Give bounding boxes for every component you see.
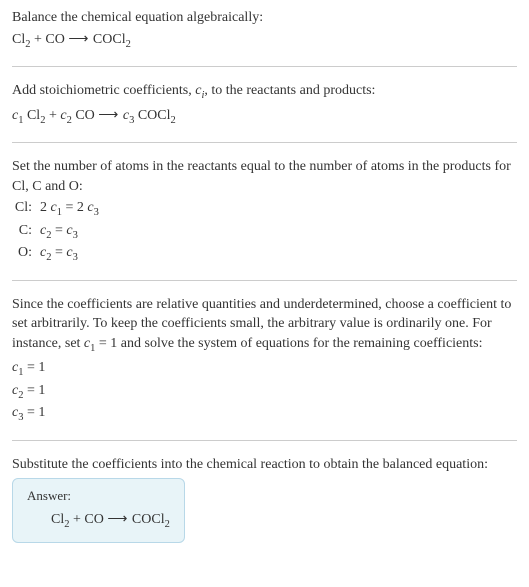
arrow-icon: ⟶ (68, 32, 89, 47)
atom-row-c: C: c2 = c3 (12, 221, 517, 243)
arrow-icon: ⟶ (107, 512, 128, 527)
coef-line: c3 = 1 (12, 403, 517, 425)
atom-table: Cl: 2 c1 = 2 c3 C: c2 = c3 O: c2 = c3 (12, 198, 517, 265)
section-solve: Since the coefficients are relative quan… (12, 295, 517, 441)
arrow-icon: ⟶ (98, 108, 119, 123)
sub-2b: 2 (165, 518, 170, 529)
section-problem: Balance the chemical equation algebraica… (12, 8, 517, 67)
rhs: = 1 (23, 383, 45, 398)
atom-row-o: O: c2 = c3 (12, 243, 517, 265)
answer-label: Answer: (27, 487, 170, 505)
section-coefficients: Add stoichiometric coefficients, ci, to … (12, 81, 517, 143)
atoms-title: Set the number of atoms in the reactants… (12, 157, 517, 196)
reactant-cl2: Cl (51, 512, 64, 527)
rhs: = 1 (23, 360, 45, 375)
coeff-equation: c1 Cl2 + c2 CO ⟶ c3 COCl2 (12, 106, 517, 128)
atom-row-cl: Cl: 2 c1 = 2 c3 (12, 198, 517, 220)
coef-line: c1 = 1 (12, 358, 517, 380)
atom-eq: c2 = c3 (40, 221, 517, 243)
plus: + (45, 108, 60, 123)
c2s: 3 (94, 207, 99, 218)
c2s: 3 (73, 230, 78, 241)
plus-co: + CO (69, 512, 107, 527)
mid: = (51, 223, 66, 238)
pre: 2 (40, 200, 51, 215)
product-cocl2: COCl (89, 32, 125, 47)
answer-title: Substitute the coefficients into the che… (12, 455, 517, 475)
p1a: COCl (134, 108, 170, 123)
answer-equation: Cl2 + CO ⟶ COCl2 (27, 510, 170, 532)
section-answer: Substitute the coefficients into the che… (12, 455, 517, 543)
sub-2b: 2 (126, 38, 131, 49)
title-post: , to the reactants and products: (204, 83, 375, 98)
mid: = 2 (62, 200, 87, 215)
solve-title: Since the coefficients are relative quan… (12, 295, 517, 357)
product-cocl2: COCl (128, 512, 164, 527)
atom-label: C: (12, 221, 40, 243)
p1b: 2 (171, 114, 176, 125)
reactant-cl2: Cl (12, 32, 25, 47)
r1a: Cl (23, 108, 40, 123)
c2s: 3 (73, 252, 78, 263)
answer-box: Answer: Cl2 + CO ⟶ COCl2 (12, 478, 185, 543)
atom-label: Cl: (12, 198, 40, 220)
r2: CO (72, 108, 98, 123)
rhs: = 1 (23, 405, 45, 420)
mid: = (51, 245, 66, 260)
atom-eq: 2 c1 = 2 c3 (40, 198, 517, 220)
atom-eq: c2 = c3 (40, 243, 517, 265)
problem-title: Balance the chemical equation algebraica… (12, 8, 517, 28)
title-pre: Add stoichiometric coefficients, (12, 83, 195, 98)
atom-label: O: (12, 243, 40, 265)
coef-line: c2 = 1 (12, 381, 517, 403)
problem-equation: Cl2 + CO ⟶ COCl2 (12, 30, 517, 52)
coef-list: c1 = 1 c2 = 1 c3 = 1 (12, 358, 517, 425)
section-atoms: Set the number of atoms in the reactants… (12, 157, 517, 281)
plus-co: + CO (30, 32, 68, 47)
coefficients-title: Add stoichiometric coefficients, ci, to … (12, 81, 517, 103)
title-post: = 1 and solve the system of equations fo… (95, 336, 482, 351)
